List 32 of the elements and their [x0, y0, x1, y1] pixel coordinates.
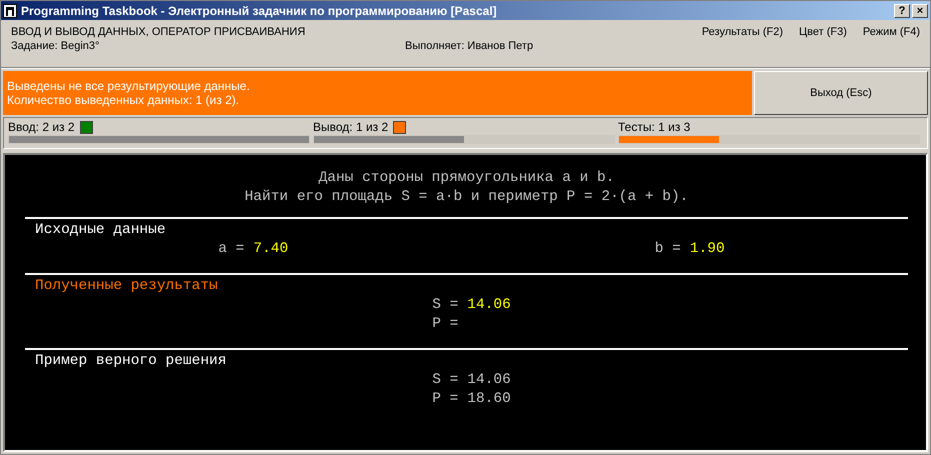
variable-value: 1.90	[690, 240, 725, 259]
menu-item[interactable]: Цвет (F3)	[798, 26, 847, 67]
variable-name: P =	[432, 315, 458, 334]
variable-name: b =	[654, 240, 681, 259]
window-title: Programming Taskbook - Электронный задачник по программированию [Pascal]	[21, 4, 497, 18]
variable-name: P =	[432, 390, 458, 409]
status-label: Вывод: 1 из 2	[313, 120, 388, 134]
app-icon	[3, 4, 17, 18]
status-label: Тесты: 1 из 3	[618, 120, 690, 134]
variable-name: S =	[432, 296, 458, 315]
topic-title: ВВОД И ВЫВОД ДАННЫХ, ОПЕРАТОР ПРИСВАИВАНИЯ	[11, 26, 306, 38]
task-description: Найти его площадь S = a·b и периметр P = 2·(a + b).	[244, 188, 688, 207]
variable-value: 7.40	[253, 240, 288, 259]
task-label: Задание: Begin3°	[11, 40, 100, 52]
variable-value: 14.06	[467, 371, 511, 390]
title-bar-button[interactable]: ?	[894, 4, 910, 18]
variable-value: 14.06	[467, 296, 511, 315]
task-description: Даны стороны прямоугольника a и b.	[318, 169, 614, 188]
status-label: Ввод: 2 из 2	[8, 120, 75, 134]
menu-item[interactable]: Режим (F4)	[862, 26, 920, 67]
section-title: Полученные результаты	[35, 277, 219, 296]
section-title: Исходные данные	[35, 221, 167, 240]
student-label: Выполняет: Иванов Петр	[405, 40, 534, 52]
section-title: Пример верного решения	[35, 352, 228, 371]
variable-value: 18.60	[467, 390, 511, 409]
variable-name: S =	[432, 371, 458, 390]
message-text: Выведены не все результирующие данные.	[7, 79, 251, 93]
message-text: Количество выведенных данных: 1 (из 2).	[7, 93, 240, 107]
menu-item[interactable]: Результаты (F2)	[702, 26, 783, 67]
variable-name: a =	[218, 240, 244, 259]
exit-button[interactable]: Выход (Esc)	[754, 71, 928, 115]
title-bar-button[interactable]: ×	[912, 4, 928, 18]
